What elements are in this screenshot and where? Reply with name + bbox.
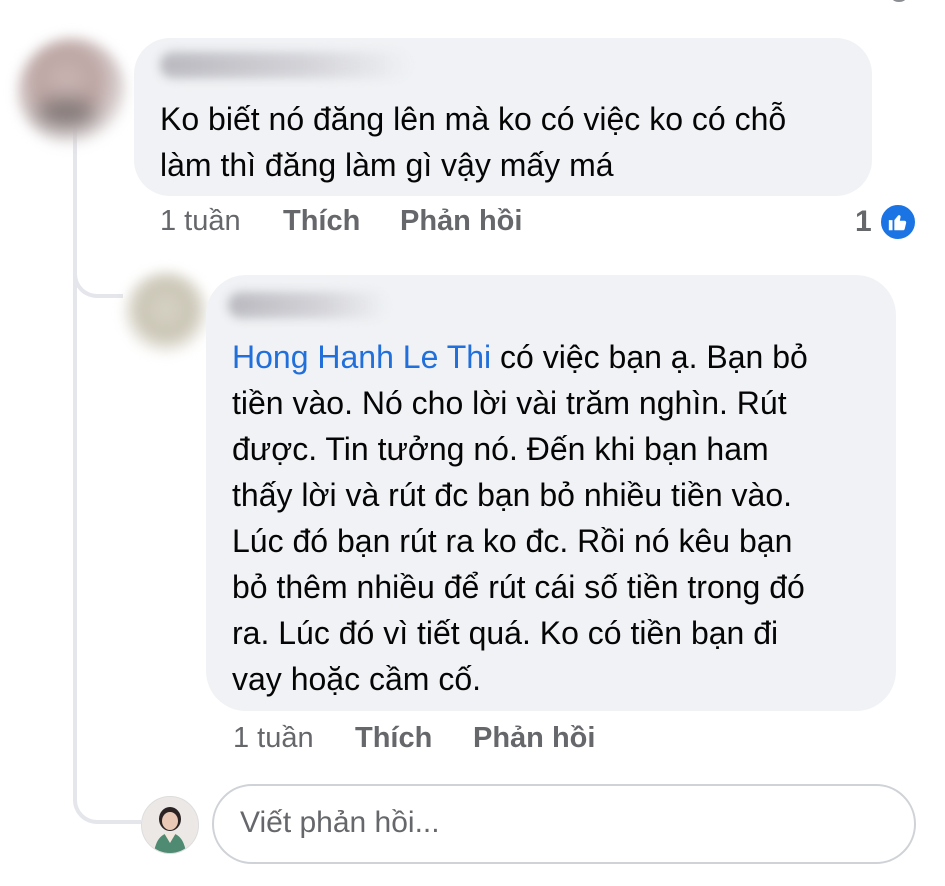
replier-name-blurred[interactable] — [228, 292, 388, 318]
reply-input[interactable]: Viết phản hồi... — [212, 784, 916, 864]
reply-like-button[interactable]: Thích — [355, 722, 432, 755]
reply-text-line: bỏ thêm nhiều để rút cái số tiền trong đ… — [232, 569, 805, 605]
reply-text-line: Lúc đó bạn rút ra ko đc. Rồi nó kêu bạn — [232, 523, 793, 559]
comment-reply-button[interactable]: Phản hồi — [400, 205, 522, 238]
thread-connector-composer — [73, 790, 141, 824]
reply-reply-button[interactable]: Phản hồi — [473, 722, 595, 755]
reply-text-line: tiền vào. Nó cho lời vài trăm nghìn. Rút — [232, 385, 787, 421]
reaction-count[interactable]: 1 — [855, 205, 872, 239]
mention-link[interactable]: Hong Hanh Le Thi — [232, 339, 491, 375]
reply-text-fragment: có việc bạn ạ. Bạn bỏ — [500, 339, 808, 375]
commenter-name-blurred[interactable] — [160, 52, 410, 78]
user-photo-icon — [142, 797, 198, 853]
comment-timestamp[interactable]: 1 tuần — [160, 205, 241, 238]
reply-text: Hong Hanh Le Thi có việc bạn ạ. Bạn bỏ t… — [232, 334, 882, 702]
thread-line — [73, 123, 77, 793]
comment-like-button[interactable]: Thích — [283, 205, 360, 238]
comment-text-line: Ko biết nó đăng lên mà ko có việc ko có … — [160, 101, 787, 137]
reply-timestamp[interactable]: 1 tuần — [233, 722, 314, 755]
reply-text-line: vay hoặc cầm cố. — [232, 661, 481, 697]
reply-text-line: được. Tin tưởng nó. Đến khi bạn ham — [232, 431, 769, 467]
comment-text-line: làm thì đăng làm gì vậy mấy má — [160, 147, 614, 183]
thumbs-up-icon — [888, 215, 907, 231]
current-user-avatar — [141, 796, 199, 854]
comment-text: Ko biết nó đăng lên mà ko có việc ko có … — [160, 96, 860, 188]
commenter-avatar[interactable] — [18, 38, 126, 146]
reply-text-line: ra. Lúc đó vì tiết quá. Ko có tiền bạn đ… — [232, 615, 779, 651]
like-icon[interactable] — [879, 203, 917, 241]
menu-dot-icon — [892, 0, 906, 2]
reply-text-line: Hong Hanh Le Thi có việc bạn ạ. Bạn bỏ — [232, 334, 882, 380]
reply-text-line: thấy lời và rút đc bạn bỏ nhiều tiền vào… — [232, 477, 792, 513]
thread-connector-reply — [73, 262, 123, 298]
reply-input-placeholder: Viết phản hồi... — [240, 806, 440, 839]
replier-avatar[interactable] — [122, 270, 210, 358]
